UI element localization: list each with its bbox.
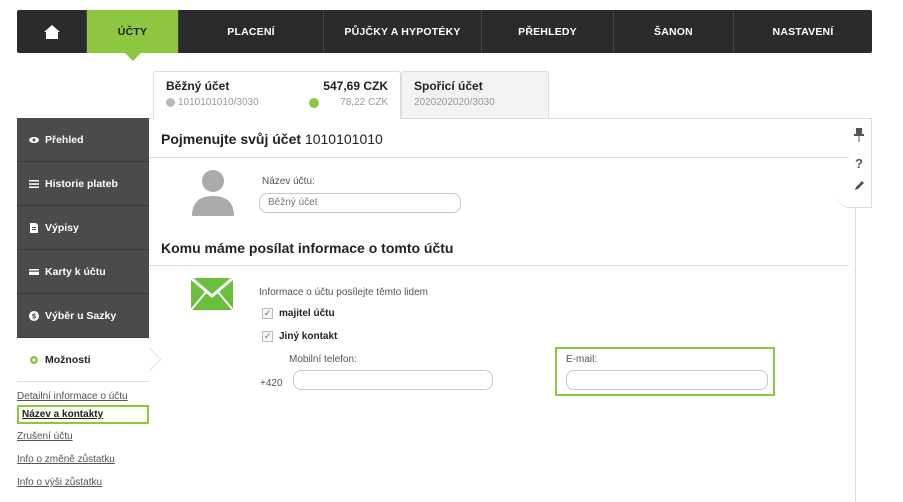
card-icon <box>29 268 39 275</box>
email-input[interactable] <box>566 370 768 390</box>
sidebar-item-historie[interactable]: Historie plateb <box>17 162 149 206</box>
svg-text:$: $ <box>32 312 37 320</box>
nav-home[interactable] <box>17 10 87 53</box>
pencil-icon[interactable] <box>852 180 866 194</box>
nav-pujcky[interactable]: PŮJČKY A HYPOTÉKY <box>324 10 482 53</box>
sidebar-item-sazka[interactable]: $ Výběr u Sazky <box>17 294 149 338</box>
nav-placeni[interactable]: PLACENÍ <box>179 10 324 53</box>
nav-nastaveni[interactable]: NASTAVENÍ <box>734 10 872 53</box>
checkbox-other[interactable]: ✓ <box>262 331 273 342</box>
sidebar-item-vypisy[interactable]: Výpisy <box>17 206 149 250</box>
main-navigation: ÚČTY PLACENÍ PŮJČKY A HYPOTÉKY PŘEHLEDY … <box>17 10 872 61</box>
sublink-zruseni[interactable]: Zrušení účtu <box>17 424 149 445</box>
check-owner-row[interactable]: ✓ majitel účtu <box>262 308 335 319</box>
list-icon <box>29 179 39 188</box>
sidebar-item-karty[interactable]: Karty k účtu <box>17 250 149 294</box>
pin-icon[interactable] <box>852 128 866 142</box>
sidebar: Přehled Historie plateb Výpisy Karty k ú… <box>17 118 149 491</box>
phone-input[interactable] <box>293 370 493 390</box>
user-avatar-icon <box>192 170 234 216</box>
divider <box>149 265 849 266</box>
section-title-contacts: Komu máme posílat informace o tomto účtu <box>161 240 454 256</box>
sidebar-item-moznosti[interactable]: Možnosti <box>17 338 149 382</box>
envelope-icon <box>191 278 233 310</box>
sublink-nazev-kontakty[interactable]: Název a kontakty <box>17 405 149 424</box>
account-tab-sporici[interactable]: Spořicí účet 2020202020/3030 <box>401 71 549 118</box>
help-icon[interactable]: ? <box>852 157 866 171</box>
account-name: Spořicí účet <box>414 79 483 93</box>
email-label: E-mail: <box>566 354 598 365</box>
account-tab-bezny[interactable]: Běžný účet 547,69 CZK 1010101010/3030 78… <box>153 71 401 119</box>
home-icon <box>43 24 60 39</box>
coin-icon: $ <box>29 310 39 321</box>
account-available: 78,22 CZK <box>340 97 388 108</box>
phone-label: Mobilní telefon: <box>289 354 357 365</box>
sublink-detail[interactable]: Detailní informace o účtu <box>17 385 149 405</box>
page-title: Pojmenujte svůj účet 1010101010 <box>161 131 383 147</box>
document-icon <box>30 222 38 233</box>
account-balance: 547,69 CZK <box>323 79 388 93</box>
checkbox-owner[interactable]: ✓ <box>262 308 273 319</box>
main-content <box>149 118 855 502</box>
sidebar-item-prehled[interactable]: Přehled <box>17 118 149 162</box>
nav-prehledy[interactable]: PŘEHLEDY <box>482 10 614 53</box>
available-icon <box>309 97 320 108</box>
account-name: Běžný účet <box>166 79 230 93</box>
account-number: 1010101010/3030 <box>178 97 259 108</box>
sublink-vyse-zustatku[interactable]: Info o výši zůstatku <box>17 468 149 491</box>
sublink-zmena-zustatku[interactable]: Info o změně zůstatku <box>17 445 149 468</box>
nav-ucty[interactable]: ÚČTY <box>87 10 179 61</box>
check-other-row[interactable]: ✓ Jiný kontakt <box>262 331 337 342</box>
account-name-label: Název účtu: <box>262 176 315 187</box>
divider <box>149 157 849 158</box>
account-name-input[interactable]: Běžný účet <box>259 193 461 213</box>
eye-icon <box>29 136 39 143</box>
sidebar-sublinks: Detailní informace o účtu Název a kontak… <box>17 382 149 491</box>
info-text: Informace o účtu posílejte těmto lidem <box>259 287 428 298</box>
nav-sanon[interactable]: ŠANON <box>614 10 734 53</box>
phone-prefix: +420 <box>260 378 283 389</box>
gear-icon <box>30 355 38 364</box>
info-icon[interactable] <box>166 98 175 107</box>
account-number: 2020202020/3030 <box>414 97 495 108</box>
